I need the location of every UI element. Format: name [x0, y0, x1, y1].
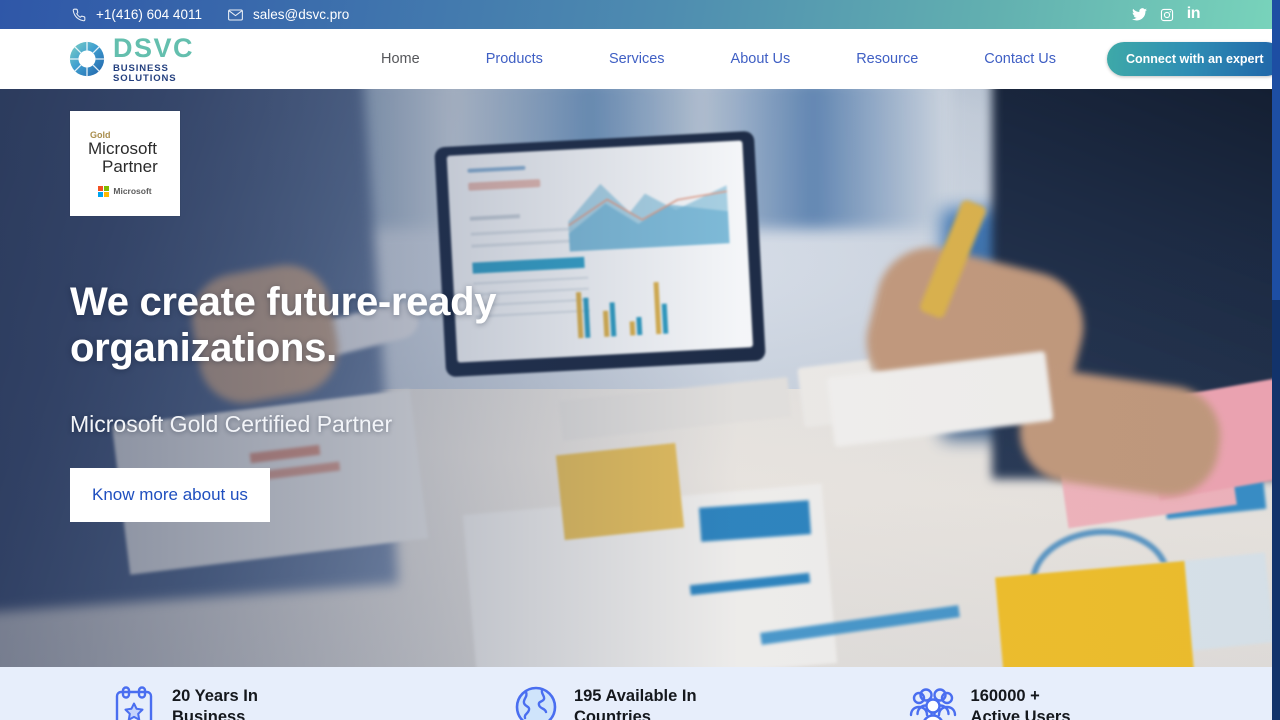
stat-line1: 20 Years In: [172, 687, 258, 706]
badge-microsoft-label: Microsoft: [88, 139, 157, 159]
hero-heading: We create future-ready organizations.: [70, 280, 497, 371]
stat-active-users: 160000 + Active Users: [909, 667, 1071, 720]
phone-icon: [70, 7, 88, 23]
nav-item-products[interactable]: Products: [486, 45, 543, 73]
nav-item-home[interactable]: Home: [381, 45, 420, 73]
stats-strip: 20 Years In Business 195 Available In Co…: [0, 667, 1272, 720]
logo-name: DSVC: [113, 33, 195, 63]
microsoft-gold-partner-badge: Gold Microsoft Partner Microsoft: [70, 111, 180, 216]
scrollbar-thumb[interactable]: [1272, 0, 1280, 300]
stat-available-countries: 195 Available In Countries: [512, 667, 697, 720]
nav-item-about-us[interactable]: About Us: [731, 45, 791, 73]
email-contact[interactable]: sales@dsvc.pro: [227, 7, 349, 23]
page-root: +1(416) 604 4011 sales@dsvc.pro in DSVC …: [0, 0, 1280, 720]
users-group-icon: [909, 685, 957, 720]
logo-tagline: BUSINESS SOLUTIONS: [113, 63, 177, 84]
top-utility-bar: +1(416) 604 4011 sales@dsvc.pro in: [0, 0, 1272, 29]
site-logo[interactable]: DSVC BUSINESS SOLUTIONS: [68, 35, 194, 83]
hero-section: Gold Microsoft Partner Microsoft We crea…: [0, 89, 1272, 667]
dsvc-logo-icon: [68, 40, 106, 78]
stat-text: 195 Available In Countries: [574, 686, 697, 720]
instagram-icon[interactable]: [1160, 8, 1174, 22]
linkedin-icon[interactable]: in: [1187, 6, 1201, 23]
microsoft-squares-icon: [98, 185, 110, 197]
microsoft-logo: Microsoft: [98, 185, 152, 197]
microsoft-wordmark: Microsoft: [113, 186, 152, 197]
stat-years-in-business: 20 Years In Business: [110, 667, 258, 720]
know-more-about-us-button[interactable]: Know more about us: [70, 467, 270, 522]
stat-line1: 160000 +: [970, 687, 1040, 706]
hero-subheading: Microsoft Gold Certified Partner: [70, 410, 393, 437]
badge-partner-label: Partner: [102, 157, 158, 176]
phone-number: +1(416) 604 4011: [96, 7, 202, 22]
stat-text: 160000 + Active Users: [971, 686, 1071, 720]
twitter-icon[interactable]: [1131, 8, 1147, 21]
main-navbar: DSVC BUSINESS SOLUTIONS Home Products Se…: [0, 29, 1280, 89]
stat-line2: Active Users: [970, 708, 1071, 720]
social-links: in: [1131, 6, 1201, 23]
nav-item-contact-us[interactable]: Contact Us: [984, 45, 1056, 73]
stat-line2: Countries: [573, 708, 651, 720]
mail-icon: [227, 7, 245, 23]
globe-icon: [512, 685, 560, 720]
email-address: sales@dsvc.pro: [252, 7, 350, 22]
connect-with-expert-button[interactable]: Connect with an expert: [1107, 42, 1280, 76]
stat-line2: Business: [172, 708, 246, 720]
logo-wordmark: DSVC BUSINESS SOLUTIONS: [113, 35, 194, 83]
nav-item-resource[interactable]: Resource: [856, 45, 918, 73]
phone-contact[interactable]: +1(416) 604 4011: [70, 7, 202, 23]
hero-copy: We create future-ready organizations. Mi…: [70, 279, 540, 522]
stat-text: 20 Years In Business: [172, 686, 258, 720]
nav-links: Home Products Services About Us Resource…: [348, 42, 1280, 76]
nav-item-services[interactable]: Services: [609, 45, 665, 73]
calendar-star-icon: [110, 685, 158, 720]
stat-line1: 195 Available In: [573, 687, 697, 706]
